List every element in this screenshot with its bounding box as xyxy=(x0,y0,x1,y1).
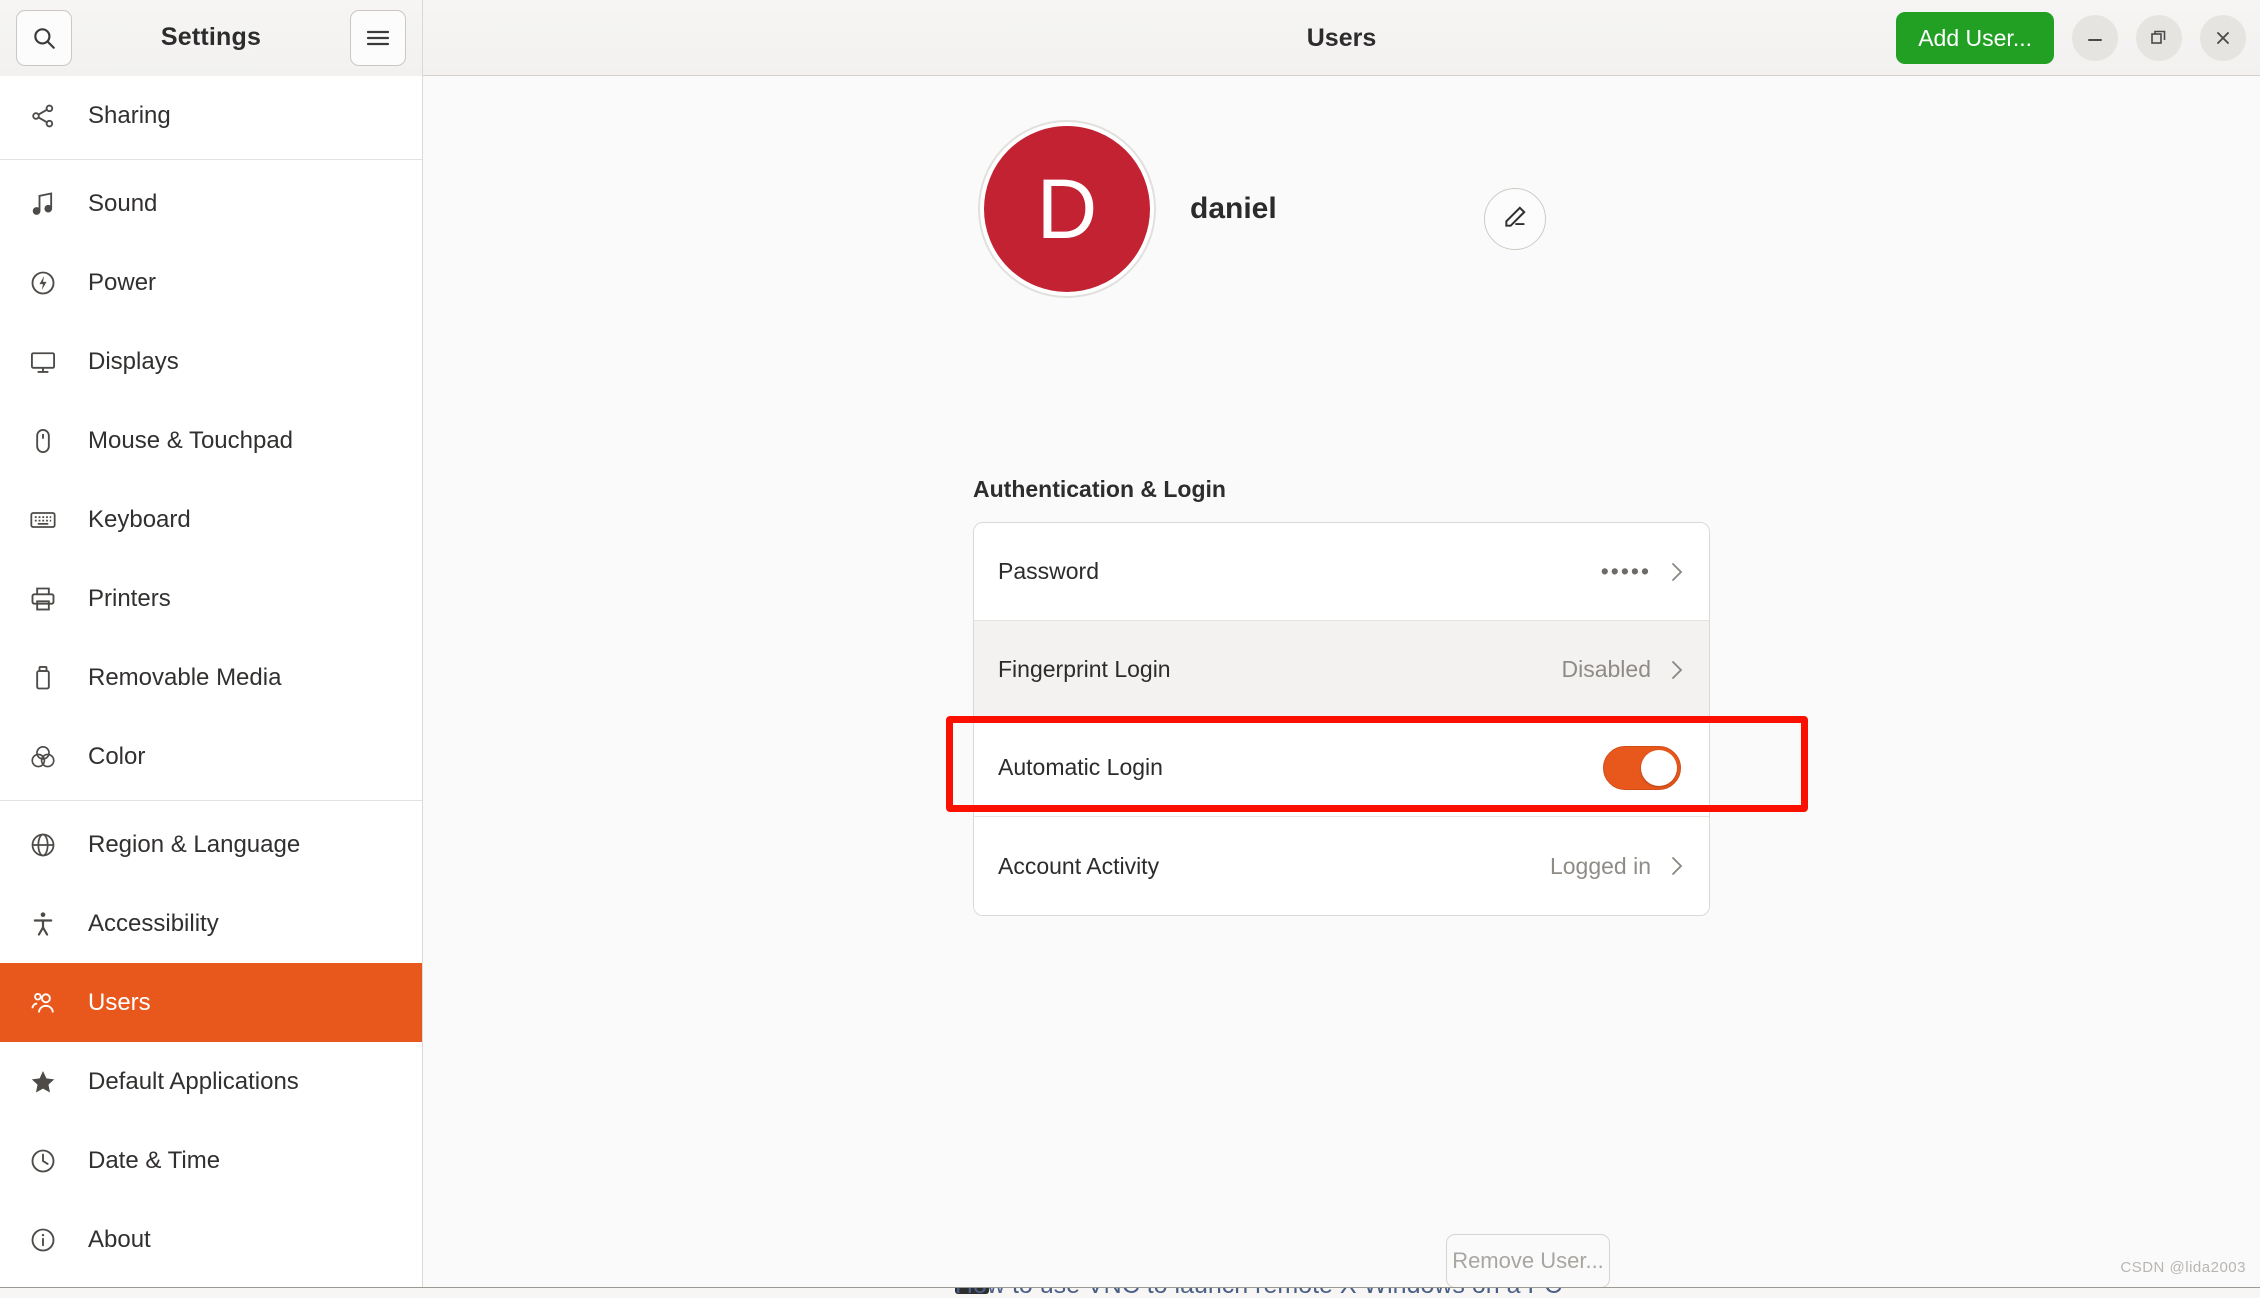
sidebar-item-power[interactable]: Power xyxy=(0,243,422,322)
sidebar-item-about[interactable]: About xyxy=(0,1200,422,1279)
color-icon xyxy=(26,740,60,774)
sidebar-separator xyxy=(0,159,422,160)
authentication-login-card: Password ••••• Fingerprint Login Disable… xyxy=(973,522,1710,916)
clock-icon xyxy=(26,1144,60,1178)
minimize-button[interactable] xyxy=(2072,14,2118,61)
sidebar-item-sharing[interactable]: Sharing xyxy=(0,76,422,155)
sidebar-separator xyxy=(0,800,422,801)
accessibility-icon xyxy=(26,907,60,941)
avatar[interactable]: D xyxy=(980,122,1154,296)
hamburger-menu-icon xyxy=(365,28,391,48)
sidebar-item-label: Power xyxy=(88,268,157,296)
sidebar-item-default-applications[interactable]: Default Applications xyxy=(0,1042,422,1121)
chevron-right-icon xyxy=(1669,853,1685,879)
info-icon xyxy=(26,1223,60,1257)
search-button[interactable] xyxy=(16,9,72,66)
app-title: Settings xyxy=(160,23,262,51)
row-value-group: Logged in xyxy=(1550,853,1685,880)
toggle-knob xyxy=(1641,749,1677,786)
row-password[interactable]: Password ••••• xyxy=(974,523,1709,621)
automatic-login-toggle[interactable] xyxy=(1603,745,1681,790)
sidebar-item-printers[interactable]: Printers xyxy=(0,559,422,638)
chevron-right-icon xyxy=(1669,559,1685,585)
usb-drive-icon xyxy=(26,661,60,695)
search-icon xyxy=(31,25,57,51)
users-icon xyxy=(26,986,60,1020)
row-fingerprint-login[interactable]: Fingerprint Login Disabled xyxy=(974,621,1709,719)
maximize-restore-button[interactable] xyxy=(2136,14,2182,61)
sidebar-item-label: Users xyxy=(88,988,151,1016)
row-label: Password xyxy=(998,558,1099,584)
chevron-right-icon xyxy=(1669,657,1685,683)
sidebar-item-mouse-touchpad[interactable]: Mouse & Touchpad xyxy=(0,401,422,480)
row-automatic-login[interactable]: Automatic Login xyxy=(974,719,1709,817)
headerbar-sidebar-section: Settings xyxy=(0,0,423,76)
sidebar-item-label: Date & Time xyxy=(88,1146,221,1174)
restore-icon xyxy=(2150,29,2168,47)
user-header: D daniel xyxy=(980,122,1277,296)
user-name: daniel xyxy=(1190,192,1277,225)
sidebar-item-accessibility[interactable]: Accessibility xyxy=(0,884,422,963)
sidebar-item-label: Keyboard xyxy=(88,505,191,533)
settings-sidebar[interactable]: Sharing Sound Power Displays Mouse & Tou… xyxy=(0,76,423,1298)
row-value: Logged in xyxy=(1549,852,1651,879)
keyboard-icon xyxy=(26,503,60,537)
close-button[interactable] xyxy=(2200,14,2246,61)
pencil-edit-icon xyxy=(1502,204,1528,235)
sidebar-item-label: Default Applications xyxy=(88,1067,299,1095)
sidebar-item-label: Color xyxy=(88,742,146,770)
password-masked-value: ••••• xyxy=(1600,558,1651,584)
star-icon xyxy=(26,1065,60,1099)
share-icon xyxy=(26,99,60,133)
watermark: CSDN @lida2003 xyxy=(2120,1259,2246,1276)
sidebar-item-label: Printers xyxy=(88,584,171,612)
power-icon xyxy=(26,266,60,300)
sidebar-item-label: Accessibility xyxy=(88,909,219,937)
minimize-icon xyxy=(2086,33,2104,43)
sidebar-item-label: Mouse & Touchpad xyxy=(88,426,294,454)
sidebar-item-removable-media[interactable]: Removable Media xyxy=(0,638,422,717)
sidebar-item-date-time[interactable]: Date & Time xyxy=(0,1121,422,1200)
sound-icon xyxy=(26,187,60,221)
window-headerbar: Settings Users Add User... xyxy=(0,0,2260,76)
row-value-group: ••••• xyxy=(1601,558,1685,585)
users-panel: D daniel Authentication & Login Password… xyxy=(424,76,2260,1298)
row-label: Automatic Login xyxy=(998,754,1163,780)
globe-icon xyxy=(26,828,60,862)
mouse-icon xyxy=(26,424,60,458)
row-value: Disabled xyxy=(1561,656,1652,682)
row-account-activity[interactable]: Account Activity Logged in xyxy=(974,817,1709,915)
headerbar-content-section: Users Add User... xyxy=(423,0,2260,76)
row-value-group xyxy=(1603,745,1685,790)
headerbar-actions: Add User... xyxy=(1896,11,2246,64)
settings-window: Settings Users Add User... Sharing Sound… xyxy=(0,0,2260,1298)
edit-user-button[interactable] xyxy=(1484,188,1546,250)
printer-icon xyxy=(26,582,60,616)
main-menu-button[interactable] xyxy=(349,9,406,66)
sidebar-item-label: Sharing xyxy=(88,101,171,129)
background-window-title: How to use VNC to launch remote X Window… xyxy=(955,1288,1562,1298)
sidebar-item-displays[interactable]: Displays xyxy=(0,322,422,401)
background-window-strip: How to use VNC to launch remote X Window… xyxy=(0,1287,2260,1298)
sidebar-item-label: Removable Media xyxy=(88,663,282,691)
sidebar-item-label: About xyxy=(88,1225,151,1253)
remove-user-button[interactable]: Remove User... xyxy=(1446,1234,1610,1288)
add-user-button[interactable]: Add User... xyxy=(1896,11,2054,64)
sidebar-item-color[interactable]: Color xyxy=(0,717,422,796)
sidebar-item-label: Region & Language xyxy=(88,830,301,858)
sidebar-item-region-language[interactable]: Region & Language xyxy=(0,805,422,884)
sidebar-item-label: Displays xyxy=(88,347,179,375)
sidebar-item-users[interactable]: Users xyxy=(0,963,422,1042)
display-icon xyxy=(26,345,60,379)
row-label: Fingerprint Login xyxy=(998,656,1171,682)
close-icon xyxy=(2215,30,2231,46)
row-value-group: Disabled xyxy=(1562,656,1686,683)
sidebar-item-sound[interactable]: Sound xyxy=(0,164,422,243)
row-label: Account Activity xyxy=(998,852,1160,879)
sidebar-item-label: Sound xyxy=(88,189,158,217)
sidebar-item-keyboard[interactable]: Keyboard xyxy=(0,480,422,559)
section-title-authentication: Authentication & Login xyxy=(973,476,1226,502)
